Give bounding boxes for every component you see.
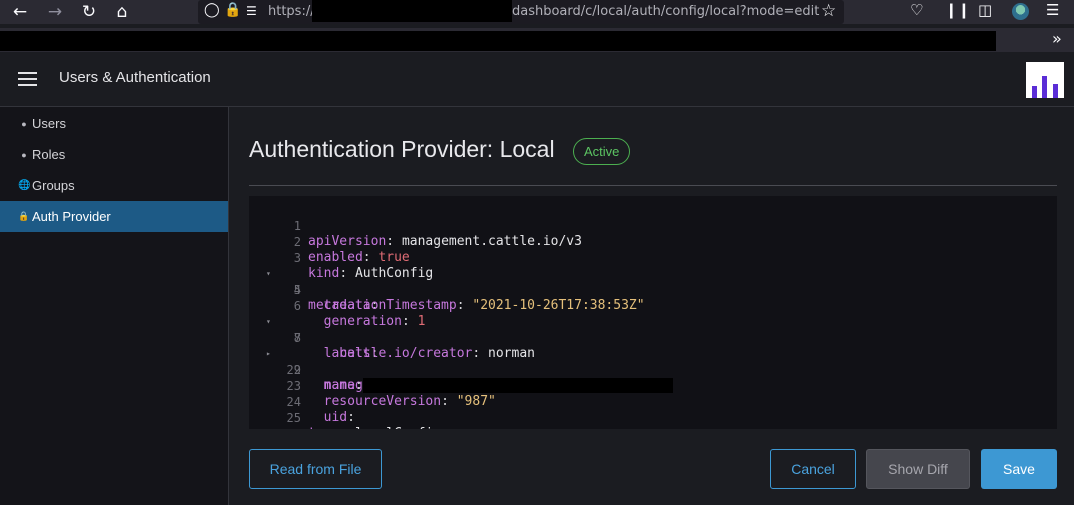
code-line: 22 name: local (286, 363, 410, 393)
shield-icon[interactable]: ◯ (204, 2, 220, 18)
code-line: 25 type: localConfig (286, 411, 442, 429)
url-scheme: https:// (268, 4, 315, 19)
sidebar-toggle-icon[interactable]: ◫ (978, 1, 992, 19)
cancel-button[interactable]: Cancel (770, 449, 856, 489)
account-avatar-icon[interactable] (1012, 3, 1029, 20)
sidebar-item-users[interactable]: ● Users (0, 108, 228, 139)
code-line: ▾ 7 labels: (249, 298, 1057, 361)
lock-icon[interactable]: 🔒 (224, 2, 241, 18)
address-bar[interactable]: ◯ 🔒 ☰ https:// dashboard/c/local/auth/co… (198, 0, 844, 24)
permissions-icon[interactable]: ☰ (246, 4, 257, 18)
pocket-icon[interactable]: ♡ (910, 1, 923, 19)
sidebar-item-label: Roles (32, 147, 66, 162)
divider (249, 185, 1057, 186)
uid-redaction (363, 378, 673, 393)
chevron-overflow-icon[interactable]: » (1052, 29, 1062, 48)
code-line: ▸ 9 managedFields: (249, 330, 1057, 393)
yaml-editor[interactable]: 1 apiVersion: management.cattle.io/v3 2 … (249, 196, 1057, 429)
reload-icon[interactable]: ↻ (75, 0, 103, 24)
code-line: 5 creationTimestamp: "2021-10-26T17:38:5… (293, 283, 645, 313)
user-icon: ● (21, 149, 27, 160)
home-icon[interactable]: ⌂ (108, 0, 136, 24)
bookmark-star-icon[interactable]: ☆ (821, 1, 836, 21)
sidebar-item-groups[interactable]: 🌐 Groups (0, 170, 228, 201)
app-title: Users & Authentication (59, 69, 211, 86)
globe-icon: 🌐 (18, 180, 31, 191)
lock-icon: 🔒 (18, 211, 30, 221)
library-icon[interactable]: ❙❙ (945, 1, 970, 19)
menu-icon[interactable]: ☰ (1046, 1, 1059, 19)
sidebar-item-roles[interactable]: ● Roles (0, 139, 228, 170)
sidebar-item-label: Groups (32, 178, 75, 193)
hamburger-menu-icon[interactable] (18, 72, 37, 86)
sidebar-item-label: Auth Provider (32, 209, 111, 224)
sidebar: ● Users ● Roles 🌐 Groups 🔒 Auth Provider (0, 107, 229, 505)
status-badge: Active (573, 138, 631, 165)
url-path: dashboard/c/local/auth/config/local?mode… (512, 4, 820, 19)
url-redaction (312, 0, 512, 22)
code-line: 23 resourceVersion: "987" (286, 379, 496, 409)
sidebar-item-auth-provider[interactable]: 🔒 Auth Provider (0, 201, 228, 232)
code-line: 6 generation: 1 (293, 299, 426, 329)
code-line: 2 enabled: true (293, 235, 410, 265)
code-line: ▾ 4 metadata: (249, 250, 1057, 313)
brand-logo[interactable] (1026, 62, 1064, 98)
forward-icon[interactable]: → (41, 0, 69, 24)
bookmarks-redaction (0, 31, 996, 51)
page-title: Authentication Provider: Local (249, 136, 555, 162)
code-line: 8 cattle.io/creator: norman (293, 331, 535, 361)
app-header: Users & Authentication (0, 52, 1074, 107)
back-icon[interactable]: ← (6, 0, 34, 24)
code-line: 1 apiVersion: management.cattle.io/v3 (293, 219, 582, 249)
show-diff-button[interactable]: Show Diff (866, 449, 970, 489)
sidebar-item-label: Users (32, 116, 66, 131)
browser-toolbar: ← → ↻ ⌂ ◯ 🔒 ☰ https:// dashboard/c/local… (0, 0, 1074, 24)
user-icon: ● (21, 118, 27, 129)
read-from-file-button[interactable]: Read from File (249, 449, 382, 489)
code-line: 26 (249, 410, 1057, 429)
code-line: 3 kind: AuthConfig (293, 251, 434, 281)
save-button[interactable]: Save (981, 449, 1057, 489)
